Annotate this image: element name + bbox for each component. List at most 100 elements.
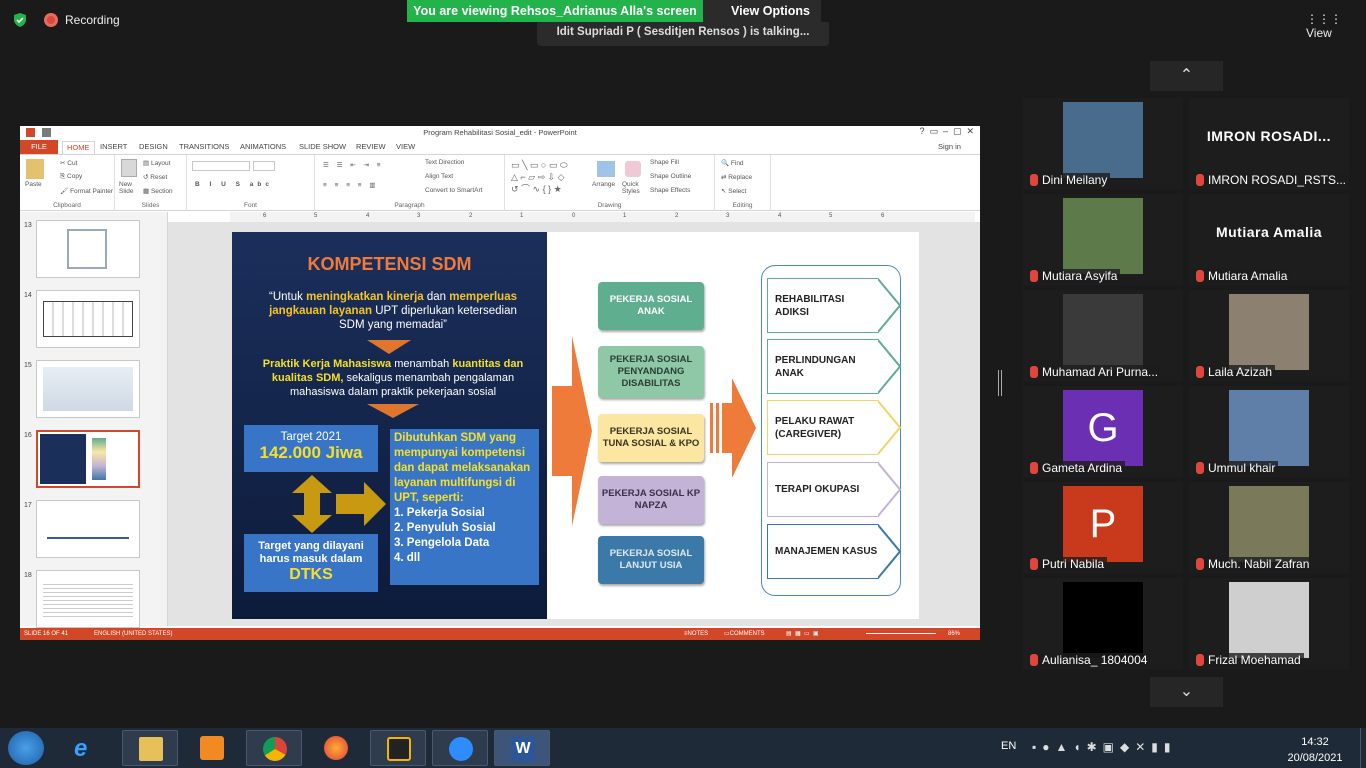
paragraph-label: Paragraph: [394, 202, 425, 209]
splitter-handle[interactable]: [998, 370, 1002, 396]
tab-transitions[interactable]: TRANSITIONS: [179, 142, 229, 151]
slide-thumbnail-pane[interactable]: 13 14 15 16 17 18: [20, 212, 168, 628]
slides-label: Slides: [141, 202, 160, 209]
reset-button[interactable]: ↺ Reset: [143, 173, 167, 181]
system-tray-icons[interactable]: ▪●▲◖✱▣◆✕▮▮: [1032, 740, 1177, 754]
find-button[interactable]: 🔍 Find: [721, 159, 744, 167]
chrome-taskbar-button[interactable]: [246, 730, 302, 766]
save-icon[interactable]: [42, 128, 51, 137]
slide-thumbnail-selected[interactable]: [36, 430, 140, 488]
participant-tile[interactable]: P Putri Nabila: [1023, 482, 1183, 573]
participant-tile[interactable]: Mutiara Asyifa: [1023, 194, 1183, 285]
slide-thumbnail[interactable]: [36, 500, 140, 558]
view-options-button[interactable]: View Options ⌄: [703, 0, 821, 40]
format-painter-button[interactable]: 🖌 Format Painter: [60, 187, 113, 195]
convert-smartart-button[interactable]: Convert to SmartArt: [425, 187, 482, 194]
ruler-tick: 3: [726, 213, 730, 219]
shape-effects-button[interactable]: Shape Effects: [650, 187, 690, 194]
participant-tile[interactable]: Laila Azizah: [1189, 290, 1349, 381]
shape-fill-button[interactable]: Shape Fill: [650, 159, 679, 166]
start-button-icon[interactable]: [8, 731, 44, 765]
zoom-taskbar-button[interactable]: [432, 730, 488, 766]
slide-thumbnail[interactable]: [36, 220, 140, 278]
participant-tile[interactable]: Ummul khair: [1189, 386, 1349, 477]
internet-explorer-icon[interactable]: e: [74, 735, 102, 762]
slide-thumbnail[interactable]: [36, 360, 140, 418]
replace-button[interactable]: ⇄ Replace: [721, 173, 752, 181]
ruler-tick: 2: [469, 213, 473, 219]
layanan-label: TERAPI OKUPASI: [775, 484, 860, 495]
taskbar-clock[interactable]: 14:32 20/08/2021: [1282, 734, 1348, 766]
show-desktop-button[interactable]: [1360, 728, 1366, 768]
participant-tile[interactable]: Much. Nabil Zafran: [1189, 482, 1349, 573]
tab-home[interactable]: HOME: [62, 141, 95, 154]
media-taskbar-button[interactable]: [184, 730, 240, 766]
folder-icon: [139, 737, 163, 761]
participant-name: Muhamad Ari Purna...: [1027, 365, 1162, 379]
scroll-down-button[interactable]: ⌄: [1150, 677, 1223, 707]
arrange-button[interactable]: Arrange: [592, 181, 615, 188]
language-status[interactable]: ENGLISH (UNITED STATES): [94, 628, 172, 640]
media-player-icon: [200, 736, 224, 760]
font-size-input[interactable]: [253, 161, 275, 171]
align-text-button[interactable]: Align Text: [425, 173, 453, 180]
thumb-number: 17: [24, 502, 32, 509]
security-shield-icon[interactable]: [12, 12, 28, 28]
font-name-input[interactable]: [192, 161, 250, 171]
slide-thumbnail[interactable]: [36, 570, 140, 628]
tab-insert[interactable]: INSERT: [100, 142, 127, 151]
select-button[interactable]: ↖ Select: [721, 187, 746, 195]
participant-tile[interactable]: Muhamad Ari Purna...: [1023, 290, 1183, 381]
shape-outline-button[interactable]: Shape Outline: [650, 173, 691, 180]
comments-button[interactable]: ▭ COMMENTS: [724, 628, 765, 640]
participant-avatar: P: [1063, 486, 1143, 562]
tab-file[interactable]: FILE: [20, 140, 58, 154]
align-buttons[interactable]: ≡ ≡ ≡ ≡ ▥: [323, 181, 379, 189]
notes-button[interactable]: ≡ NOTES: [684, 628, 708, 640]
sign-in-link[interactable]: Sign in: [938, 142, 961, 151]
app-taskbar-button[interactable]: [370, 730, 426, 766]
tab-animations[interactable]: ANIMATIONS: [240, 142, 286, 151]
shapes-gallery[interactable]: ▭ ╲ ▭ ○ ▭ ⬭ △ ⌐ ▱ ⇨ ⇩ ◇ ↺ ⌒ ∿ { } ★: [511, 159, 579, 195]
view-button[interactable]: ⋮⋮⋮ View: [1306, 12, 1366, 40]
editing-label: Editing: [732, 202, 753, 209]
font-format-buttons[interactable]: B I U S abc: [195, 181, 273, 188]
view-label: View: [1306, 26, 1332, 40]
word-taskbar-button[interactable]: W: [494, 730, 550, 766]
firefox-taskbar-button[interactable]: [308, 730, 364, 766]
zoom-level[interactable]: 86%: [948, 628, 960, 640]
zoom-slider[interactable]: [866, 633, 936, 634]
muted-mic-icon: [1030, 270, 1038, 282]
language-indicator[interactable]: EN: [1001, 740, 1016, 752]
section-button[interactable]: ▦ Section: [143, 187, 173, 195]
participant-name: Ummul khair: [1193, 461, 1279, 475]
explorer-taskbar-button[interactable]: [122, 730, 178, 766]
view-buttons[interactable]: ▤ ▦ ▭ ▣: [786, 628, 819, 640]
participant-tile[interactable]: Mutiara Amalia Mutiara Amalia: [1189, 194, 1349, 285]
current-slide[interactable]: KOMPETENSI SDM “Untuk meningkatkan kiner…: [232, 232, 919, 619]
cut-button[interactable]: ✂ Cut: [60, 159, 77, 167]
participant-tile[interactable]: Aulianisa_ 1804004: [1023, 578, 1183, 669]
font-group: B I U S abc Font: [187, 155, 315, 211]
tab-view[interactable]: VIEW: [396, 142, 415, 151]
participant-name: Putri Nabila: [1027, 557, 1108, 571]
new-slide-button[interactable]: New Slide: [119, 181, 141, 195]
participant-tile[interactable]: IMRON ROSADI... IMRON ROSADI_RSTS...: [1189, 98, 1350, 189]
scroll-up-button[interactable]: ⌃: [1150, 61, 1223, 91]
text-direction-button[interactable]: Text Direction: [425, 159, 464, 166]
window-controls[interactable]: ? ▭ – ▢ ✕: [919, 126, 974, 137]
ruler-tick: 3: [417, 213, 421, 219]
participant-tile[interactable]: G Gameta Ardina: [1023, 386, 1183, 477]
copy-button[interactable]: ⎘ Copy: [60, 173, 82, 181]
participant-tile[interactable]: Dini Meilany: [1023, 98, 1183, 189]
tab-slide-show[interactable]: SLIDE SHOW: [299, 142, 346, 151]
participant-tile[interactable]: Frizal Moehamad: [1189, 578, 1349, 669]
quick-styles-button[interactable]: Quick Styles: [622, 181, 646, 195]
tab-design[interactable]: DESIGN: [139, 142, 168, 151]
slide-thumbnail[interactable]: [36, 290, 140, 348]
list-buttons[interactable]: ☰ ☰ ⇤ ⇥ ≡: [323, 161, 384, 169]
ribbon: Paste ✂ Cut ⎘ Copy 🖌 Format Painter Clip…: [20, 154, 980, 211]
paste-button[interactable]: Paste: [25, 181, 42, 188]
layout-button[interactable]: ▤ Layout: [143, 159, 170, 167]
tab-review[interactable]: REVIEW: [356, 142, 386, 151]
